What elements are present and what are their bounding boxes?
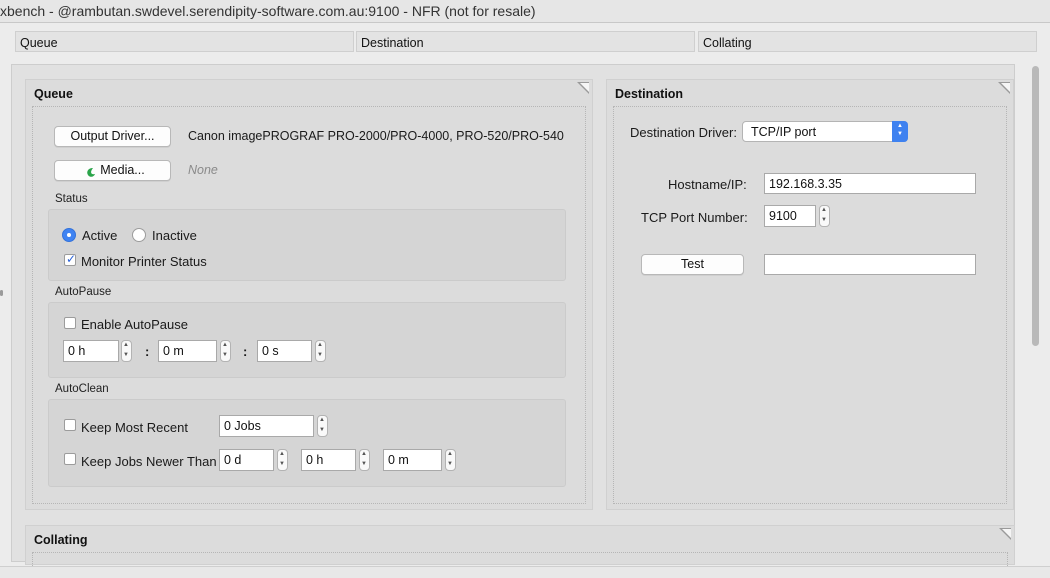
- time-separator: :: [243, 344, 248, 359]
- tab-queue[interactable]: Queue: [15, 31, 354, 52]
- tcp-port-stepper[interactable]: [819, 205, 830, 227]
- media-button[interactable]: Media...: [54, 160, 171, 181]
- autopause-group-label: AutoPause: [55, 286, 112, 298]
- keep-jobs-count-field[interactable]: 0 Jobs: [219, 415, 314, 437]
- panel-collapse-icon[interactable]: [577, 82, 589, 94]
- autopause-hours-field[interactable]: 0 h: [63, 340, 119, 362]
- chevron-updown-icon: [892, 121, 908, 142]
- test-button-label: Test: [681, 257, 704, 271]
- tcp-port-label: TCP Port Number:: [641, 210, 748, 225]
- media-value: None: [188, 163, 218, 177]
- destination-panel-frame: [613, 106, 1007, 504]
- autoclean-group: [48, 399, 566, 487]
- output-driver-button[interactable]: Output Driver...: [54, 126, 171, 147]
- keep-newer-hours-field[interactable]: 0 h: [301, 449, 356, 471]
- collating-panel-title: Collating: [34, 533, 88, 547]
- resize-handle[interactable]: [0, 290, 3, 296]
- active-radio-label: Active: [82, 228, 118, 243]
- autopause-hours-stepper[interactable]: [121, 340, 132, 362]
- output-driver-name: Canon imagePROGRAF PRO-2000/PRO-4000, PR…: [188, 129, 564, 143]
- keep-newer-days-field[interactable]: 0 d: [219, 449, 274, 471]
- destination-panel: Destination: [606, 79, 1014, 510]
- hostname-field[interactable]: 192.168.3.35: [764, 173, 976, 194]
- tcp-port-field[interactable]: 9100: [764, 205, 816, 227]
- scrollbar-thumb[interactable]: [1032, 66, 1039, 346]
- panel-collapse-icon[interactable]: [998, 82, 1010, 94]
- destination-panel-title: Destination: [615, 87, 684, 101]
- destination-driver-select[interactable]: TCP/IP port: [742, 121, 908, 142]
- test-result-field[interactable]: [764, 254, 976, 275]
- hostname-label: Hostname/IP:: [668, 177, 747, 192]
- destination-driver-label: Destination Driver:: [630, 125, 737, 140]
- vertical-scrollbar[interactable]: [1030, 64, 1041, 349]
- status-group: [48, 209, 566, 281]
- test-button[interactable]: Test: [641, 254, 744, 275]
- destination-driver-value: TCP/IP port: [751, 125, 817, 139]
- inactive-radio[interactable]: [132, 228, 146, 242]
- keep-newer-days-stepper[interactable]: [277, 449, 288, 471]
- autoclean-group-label: AutoClean: [55, 383, 109, 395]
- queue-panel-title: Queue: [34, 87, 73, 101]
- enable-autopause-checkbox[interactable]: [64, 317, 76, 329]
- active-radio[interactable]: [62, 228, 76, 242]
- autopause-seconds-field[interactable]: 0 s: [257, 340, 312, 362]
- keep-most-recent-checkbox[interactable]: [64, 419, 76, 431]
- keep-newer-minutes-field[interactable]: 0 m: [383, 449, 442, 471]
- autopause-minutes-stepper[interactable]: [220, 340, 231, 362]
- keep-jobs-newer-label: Keep Jobs Newer Than: [81, 454, 217, 469]
- window-title: xbench - @rambutan.swdevel.serendipity-s…: [0, 3, 536, 19]
- keep-jobs-newer-checkbox[interactable]: [64, 453, 76, 465]
- enable-autopause-label: Enable AutoPause: [81, 317, 188, 332]
- status-group-label: Status: [55, 193, 88, 205]
- tab-collating-label: Collating: [703, 36, 752, 50]
- keep-most-recent-label: Keep Most Recent: [81, 420, 188, 435]
- window-bottom-edge: [0, 566, 1050, 578]
- monitor-printer-status-label: Monitor Printer Status: [81, 254, 207, 269]
- panel-collapse-icon[interactable]: [999, 528, 1011, 540]
- autopause-minutes-field[interactable]: 0 m: [158, 340, 217, 362]
- keep-newer-hours-stepper[interactable]: [359, 449, 370, 471]
- window-titlebar: xbench - @rambutan.swdevel.serendipity-s…: [0, 0, 1050, 23]
- tab-collating[interactable]: Collating: [698, 31, 1037, 52]
- monitor-printer-status-checkbox[interactable]: [64, 252, 76, 266]
- collating-panel: Collating: [25, 525, 1015, 572]
- keep-newer-minutes-stepper[interactable]: [445, 449, 456, 471]
- media-button-label: Media...: [100, 163, 145, 177]
- tab-destination-label: Destination: [361, 36, 424, 50]
- time-separator: :: [145, 344, 150, 359]
- autopause-seconds-stepper[interactable]: [315, 340, 326, 362]
- keep-jobs-count-stepper[interactable]: [317, 415, 328, 437]
- tab-queue-label: Queue: [20, 36, 58, 50]
- output-driver-button-label: Output Driver...: [70, 129, 155, 143]
- leaf-icon: [86, 165, 96, 177]
- tab-destination[interactable]: Destination: [356, 31, 695, 52]
- inactive-radio-label: Inactive: [152, 228, 197, 243]
